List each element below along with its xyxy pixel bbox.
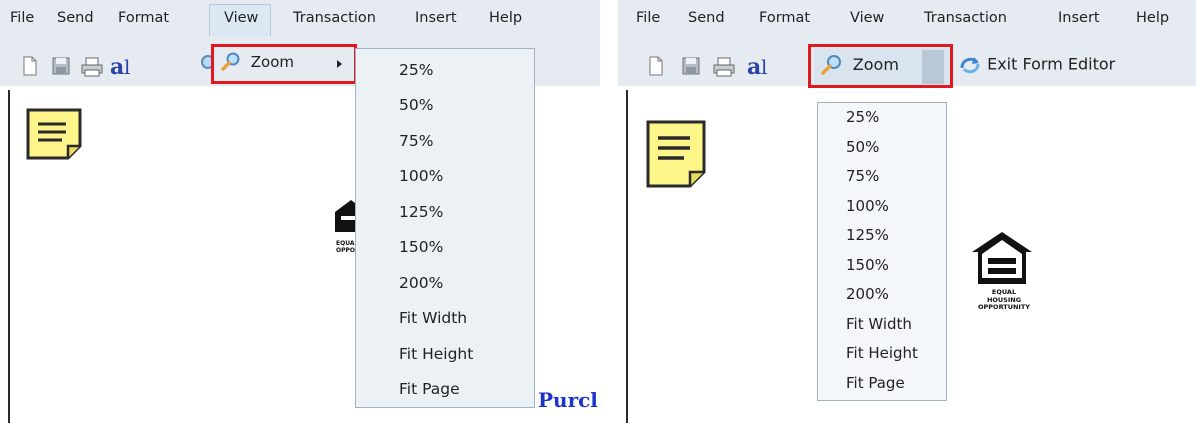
svg-text:l: l — [124, 55, 130, 79]
menu-file-right[interactable]: File — [636, 10, 660, 26]
zoom-option-125-right[interactable]: 125% — [818, 226, 946, 244]
zoom-option-100[interactable]: 100% — [356, 167, 534, 185]
right-panel: File Send Format View Transaction Insert… — [618, 0, 1196, 423]
print-icon[interactable] — [80, 56, 104, 78]
zoom-option-150[interactable]: 150% — [356, 238, 534, 256]
save-icon[interactable] — [52, 56, 70, 76]
menu-help-right[interactable]: Help — [1136, 10, 1169, 26]
eho-caption-line1-right: EQUAL HOUSING — [986, 288, 1022, 304]
menu-insert-right[interactable]: Insert — [1058, 10, 1100, 26]
sticky-note-icon-right[interactable] — [646, 120, 708, 190]
equal-housing-logo-partial — [335, 200, 355, 232]
zoom-option-fit-height-right[interactable]: Fit Height — [818, 344, 946, 362]
zoom-option-75-right[interactable]: 75% — [818, 167, 946, 185]
submenu-arrow-icon — [337, 60, 342, 68]
new-document-icon-right[interactable] — [648, 56, 664, 76]
zoom-button[interactable]: Zoom — [820, 54, 899, 76]
zoom-option-fit-height[interactable]: Fit Height — [356, 345, 534, 363]
menu-view[interactable]: View — [224, 10, 258, 26]
zoom-option-fit-width-right[interactable]: Fit Width — [818, 315, 946, 333]
zoom-dropdown-right: 25% 50% 75% 100% 125% 150% 200% Fit Widt… — [817, 102, 947, 401]
menu-help[interactable]: Help — [489, 10, 522, 26]
spellcheck-icon-right[interactable]: a l — [745, 52, 781, 80]
zoom-option-75[interactable]: 75% — [356, 132, 534, 150]
svg-text:a: a — [110, 54, 124, 80]
zoom-dropdown: 25% 50% 75% 100% 125% 150% 200% Fit Widt… — [355, 48, 535, 408]
menu-format-right[interactable]: Format — [759, 10, 810, 26]
exit-form-editor-button[interactable]: Exit Form Editor — [958, 54, 1115, 76]
print-icon-right[interactable] — [712, 56, 736, 78]
zoom-option-fit-page[interactable]: Fit Page — [356, 380, 534, 398]
zoom-option-100-right[interactable]: 100% — [818, 197, 946, 215]
document-title-partial: Purcl — [538, 388, 598, 412]
menu-transaction[interactable]: Transaction — [293, 10, 376, 26]
save-icon-right[interactable] — [682, 56, 700, 76]
menu-bar: File Send Format View Transaction Insert… — [0, 0, 600, 36]
zoom-option-50[interactable]: 50% — [356, 96, 534, 114]
svg-text:a: a — [747, 54, 761, 80]
zoom-option-200[interactable]: 200% — [356, 274, 534, 292]
zoom-option-fit-page-right[interactable]: Fit Page — [818, 374, 946, 392]
eho-caption-line2-right: OPPORTUNITY — [977, 303, 1030, 311]
magnifier-icon-right — [821, 55, 841, 75]
zoom-label: Zoom — [250, 52, 295, 71]
new-document-icon[interactable] — [22, 56, 38, 76]
menu-file[interactable]: File — [10, 10, 34, 26]
zoom-menu-item[interactable]: Zoom — [220, 52, 294, 72]
eho-caption: EQUAL HOUSING OPPORTUNITY — [974, 288, 1034, 312]
svg-text:l: l — [761, 55, 767, 79]
zoom-label-right: Zoom — [852, 54, 899, 74]
left-panel: File Send Format View Transaction Insert… — [0, 0, 600, 423]
zoom-option-125[interactable]: 125% — [356, 203, 534, 221]
exit-form-editor-label: Exit Form Editor — [987, 54, 1116, 74]
zoom-option-25[interactable]: 25% — [356, 61, 534, 79]
menu-send[interactable]: Send — [57, 10, 94, 26]
menu-view-right[interactable]: View — [850, 10, 884, 26]
menu-transaction-right[interactable]: Transaction — [924, 10, 1007, 26]
menu-format[interactable]: Format — [118, 10, 169, 26]
zoom-option-150-right[interactable]: 150% — [818, 256, 946, 274]
spellcheck-icon[interactable]: a l — [108, 52, 144, 80]
zoom-option-25-right[interactable]: 25% — [818, 108, 946, 126]
zoom-option-200-right[interactable]: 200% — [818, 285, 946, 303]
magnifier-icon — [221, 52, 240, 71]
eho-caption-line2: OPPO — [336, 247, 355, 254]
menu-bar-right: File Send Format View Transaction Insert… — [618, 0, 1196, 36]
menu-insert[interactable]: Insert — [415, 10, 457, 26]
zoom-option-50-right[interactable]: 50% — [818, 138, 946, 156]
menu-send-right[interactable]: Send — [688, 10, 725, 26]
equal-housing-logo — [972, 232, 1032, 284]
exit-form-editor-icon — [960, 57, 980, 74]
zoom-option-fit-width[interactable]: Fit Width — [356, 309, 534, 327]
magnifier-icon-partial — [201, 55, 212, 69]
sticky-note-icon[interactable] — [26, 108, 84, 160]
